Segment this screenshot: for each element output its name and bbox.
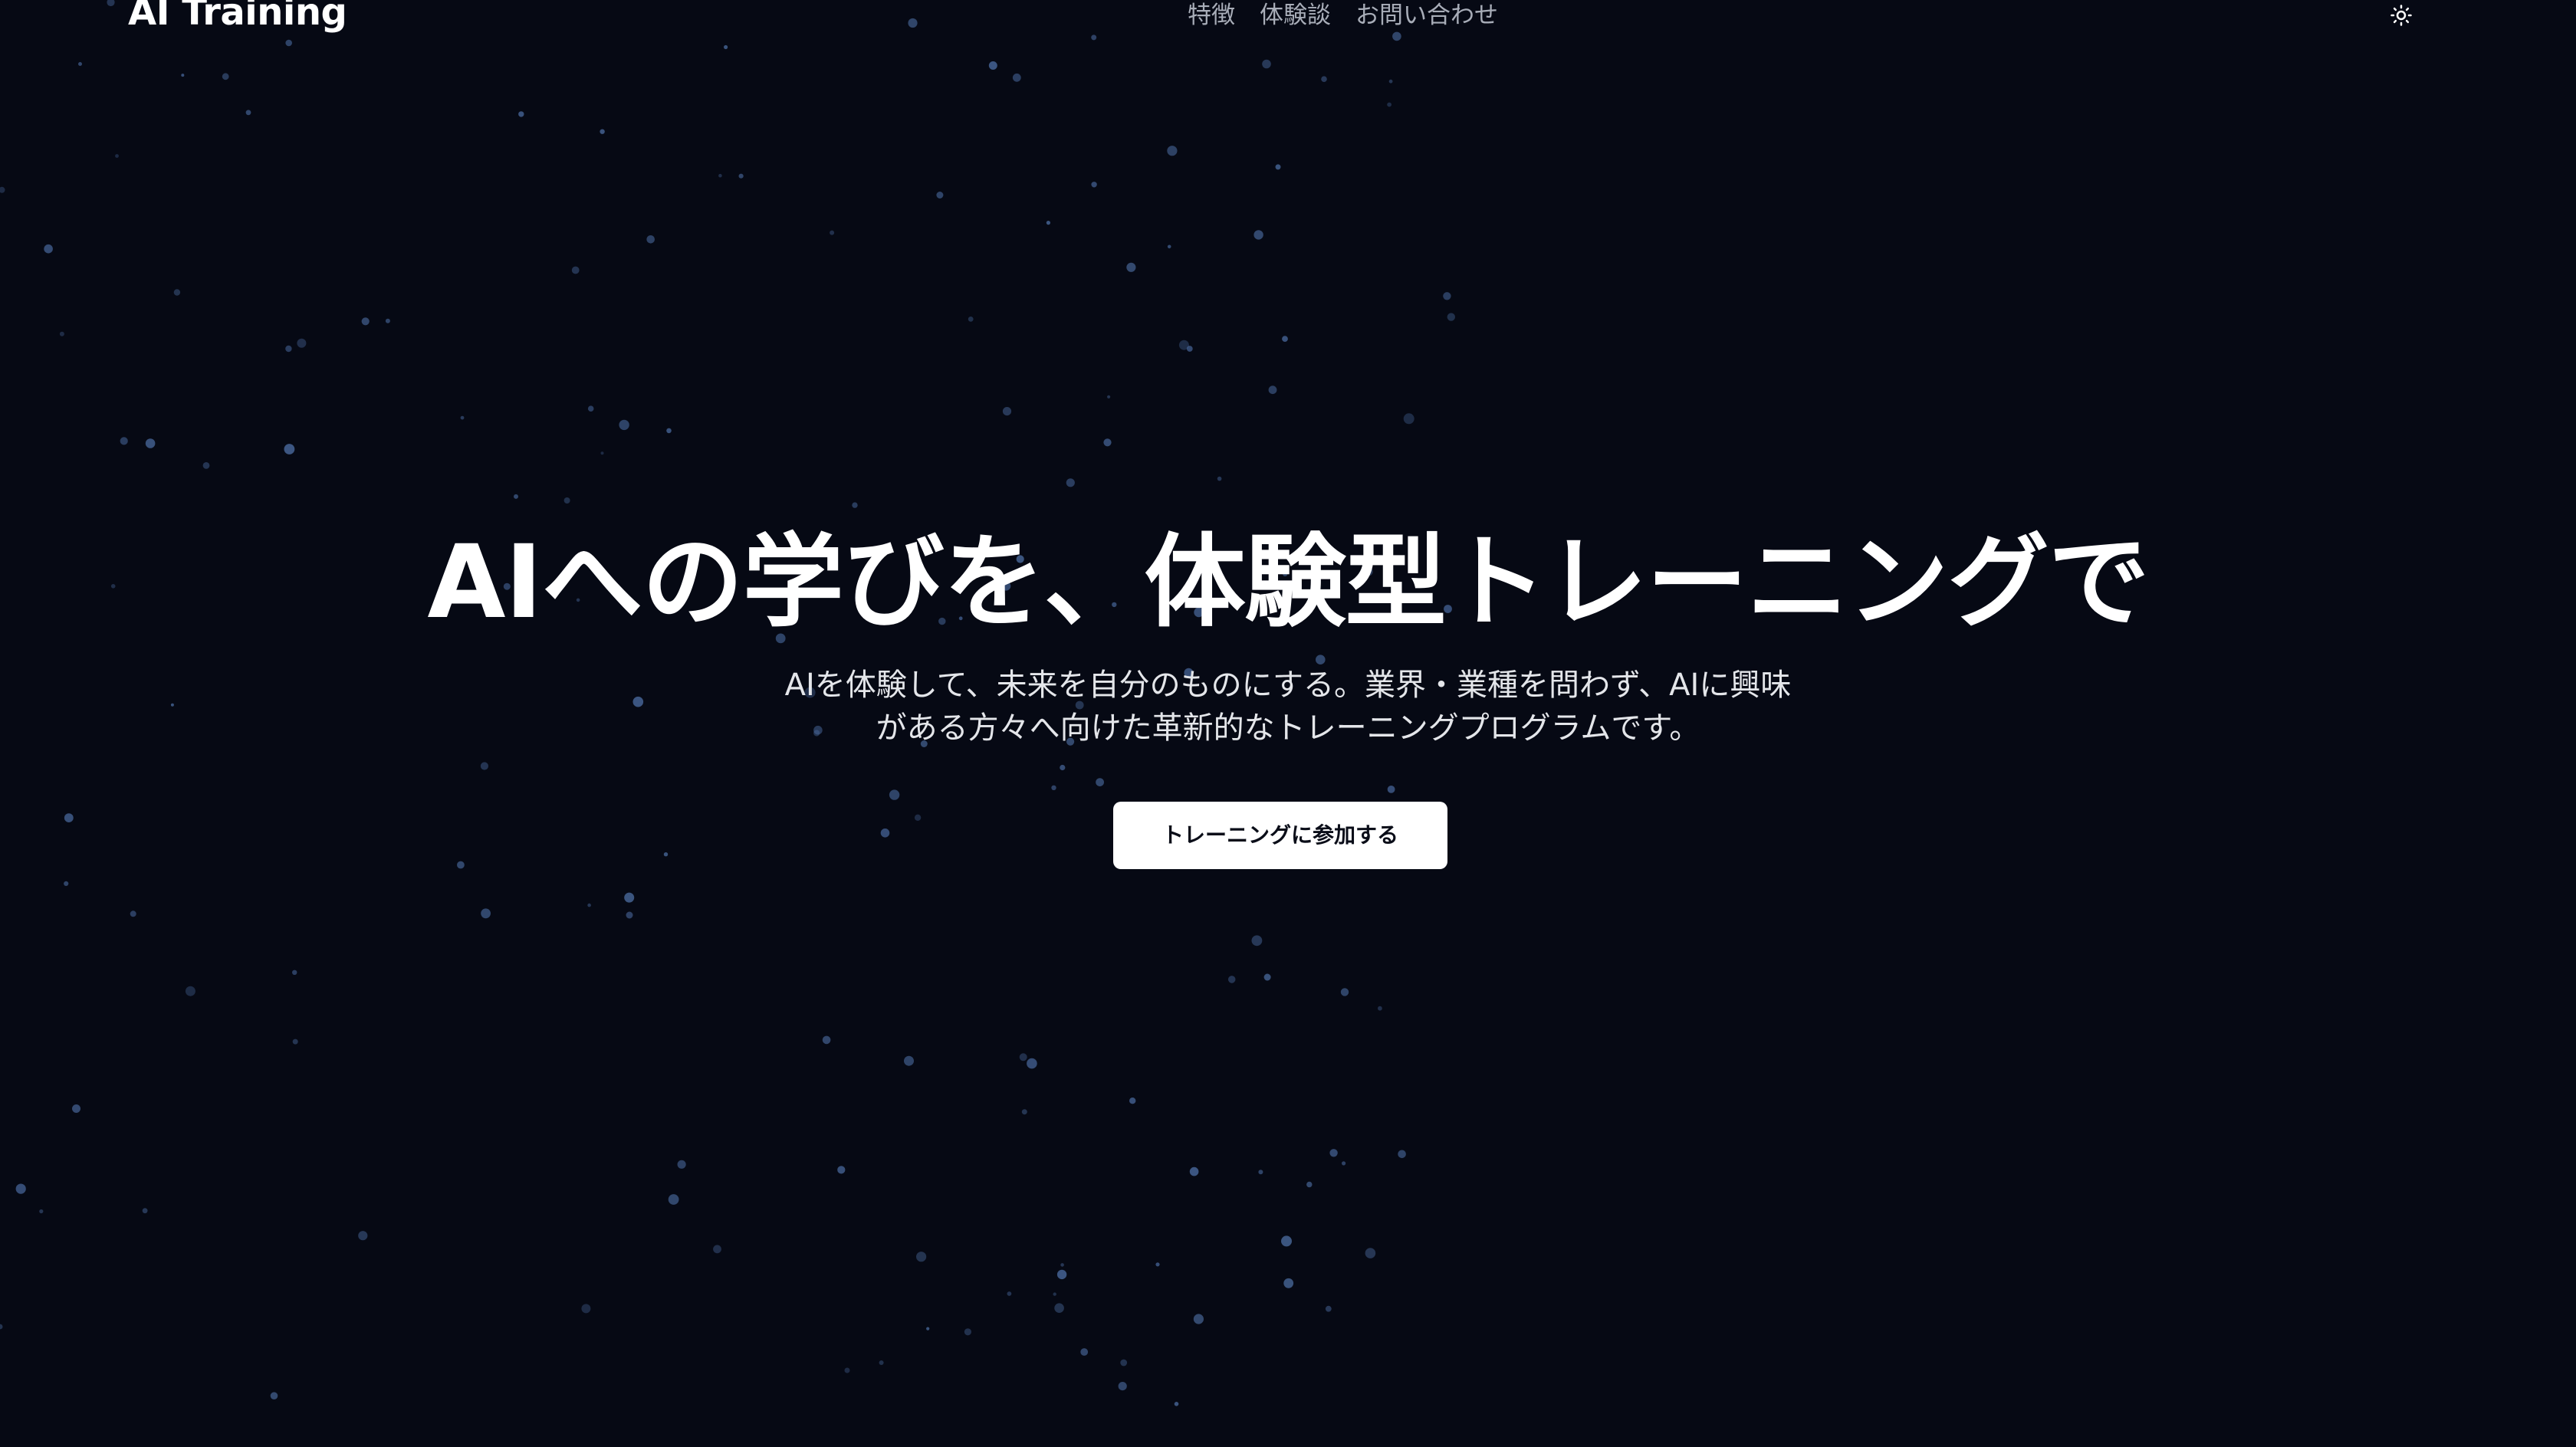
join-training-button[interactable]: トレーニングに参加する [1113,802,1447,869]
hero-subtitle-line: AIを体験して、未来を自分のものにする。業界・業種を問わず、AIに興味 [784,668,1792,703]
hero-section: AIへの学びを、体験型トレーニングで AIを体験して、未来を自分のものにする。業… [0,0,2576,1447]
hero-subtitle-line: がある方々へ向けた革新的なトレーニングプログラムです。 [876,710,1700,746]
hero-subtitle: AIを体験して、未来を自分のものにする。業界・業種を問わず、AIに興味 がある方… [751,664,1825,750]
hero-title: AIへの学びを、体験型トレーニングで [427,523,2149,641]
